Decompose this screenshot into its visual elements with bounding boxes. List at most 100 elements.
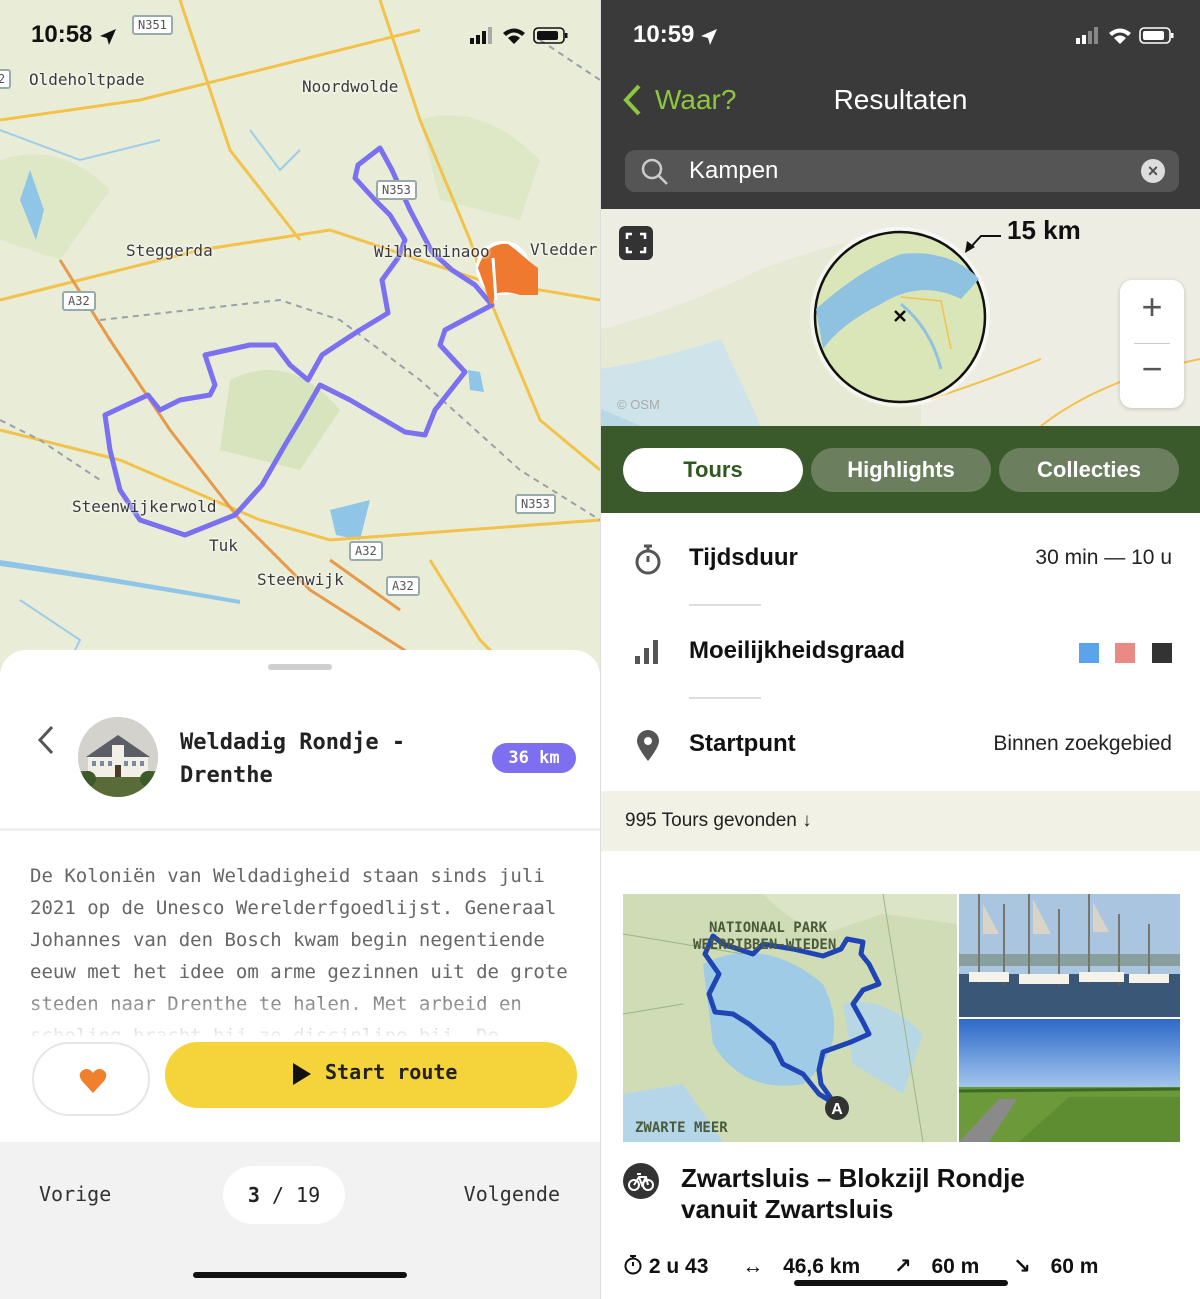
- place-label: Steggerda: [126, 241, 213, 260]
- filter-duration[interactable]: Tijdsduur 30 min — 10 u: [601, 513, 1200, 606]
- descent-value: 60 m: [1050, 1255, 1099, 1278]
- right-screen: 10:59 Waar? Resultaten Kampen × 15 km + …: [601, 0, 1200, 1299]
- road-badge: N353: [515, 494, 556, 514]
- road-badge: N353: [376, 180, 417, 200]
- tour-title: Weldadig Rondje - Drenthe: [180, 730, 406, 788]
- distance-arrows-icon: ↔: [742, 1255, 764, 1278]
- duration-value: 2 u 43: [648, 1255, 709, 1278]
- place-label: Noordwolde: [302, 77, 399, 96]
- filter-difficulty[interactable]: Moeilijkheidsgraad: [601, 606, 1200, 699]
- results-count-bar[interactable]: 995 Tours gevonden ↓: [601, 791, 1200, 851]
- tab-collecties[interactable]: Collecties: [999, 448, 1179, 492]
- descent-stat: ↘ 60 m: [1013, 1255, 1112, 1278]
- tour-card-title[interactable]: Zwartsluis – Blokzijl Rondje vanuit Zwar…: [681, 1163, 1101, 1225]
- category-tabs: Tours Highlights Collecties: [601, 426, 1200, 513]
- zoom-controls: + −: [1120, 280, 1184, 408]
- filter-label: Startpunt: [689, 730, 796, 757]
- home-indicator: [193, 1272, 407, 1278]
- descent-arrow-icon: ↘: [1013, 1255, 1031, 1278]
- status-bar: 10:58: [0, 0, 600, 70]
- filter-value: Binnen zoekgebied: [993, 732, 1172, 755]
- stopwatch-icon: [624, 1255, 642, 1275]
- status-icons: [1076, 27, 1174, 44]
- location-arrow-icon: [701, 29, 717, 45]
- heart-icon: [79, 1069, 107, 1093]
- start-marker-label: A: [831, 1101, 843, 1118]
- bicycle-icon: [623, 1163, 659, 1199]
- map-label-zwarte-meer: ZWARTE MEER: [635, 1120, 728, 1136]
- place-label: Tuk: [209, 536, 238, 555]
- header: 10:59 Waar? Resultaten Kampen ×: [601, 0, 1200, 209]
- results-count: 995 Tours gevonden ↓: [625, 810, 812, 831]
- back-chevron-icon[interactable]: [36, 724, 56, 765]
- page-counter: 3 / 19: [223, 1166, 345, 1224]
- location-arrow-icon: [100, 29, 116, 45]
- filter-value: 30 min — 10 u: [1035, 546, 1172, 569]
- distance-stat: ↔ 46,6 km: [742, 1255, 880, 1278]
- search-icon: [641, 158, 668, 185]
- location-pin-icon: [637, 730, 659, 761]
- zoom-out-button[interactable]: −: [1120, 348, 1184, 390]
- start-route-button[interactable]: Start route: [165, 1042, 577, 1108]
- page-separator: /: [271, 1183, 284, 1207]
- zoom-in-button[interactable]: +: [1120, 286, 1184, 328]
- tab-tours[interactable]: Tours: [623, 448, 803, 492]
- signal-bars-icon: [635, 640, 658, 664]
- search-input[interactable]: Kampen ×: [625, 150, 1179, 192]
- tour-stats: 2 u 43 ↔ 46,6 km ↗ 60 m ↘ 60 m: [623, 1254, 1126, 1279]
- place-label: Steenwijk: [257, 570, 344, 589]
- left-screen: Oldeholtpade Noordwolde Steggerda Wilhel…: [0, 0, 600, 1299]
- clear-search-icon[interactable]: ×: [1141, 159, 1165, 183]
- tour-bottom-sheet: Weldadig Rondje - Drenthe 36 km De Kolon…: [0, 650, 600, 1299]
- zoom-divider: [1134, 343, 1170, 344]
- status-time: 10:59: [633, 21, 695, 48]
- filter-label: Tijdsduur: [689, 544, 798, 571]
- next-button[interactable]: Volgende: [464, 1182, 560, 1206]
- ascent-stat: ↗ 60 m: [894, 1255, 999, 1278]
- road-badge: A32: [349, 541, 383, 561]
- tour-card-map[interactable]: NATIONAAL PARK WEERRIBBEN-WIEDEN ZWARTE …: [623, 894, 957, 1142]
- place-label: Wilhelminaoo: [374, 242, 490, 261]
- expand-icon: [625, 232, 647, 254]
- difficulty-hard-swatch: [1152, 643, 1172, 663]
- radius-label: 15 km: [1007, 215, 1081, 245]
- search-area-map[interactable]: 15 km + − © OSM: [601, 209, 1200, 426]
- distance-value: 46,6 km: [783, 1255, 861, 1278]
- tab-highlights[interactable]: Highlights: [811, 448, 991, 492]
- road-badge: 2: [0, 69, 12, 89]
- start-route-label: Start route: [325, 1060, 458, 1084]
- home-indicator: [794, 1280, 1008, 1286]
- map-attribution: © OSM: [617, 397, 660, 412]
- divider: [0, 828, 600, 831]
- favorite-button[interactable]: [32, 1042, 150, 1116]
- difficulty-medium-swatch: [1115, 643, 1135, 663]
- road-badge: A32: [386, 576, 420, 596]
- search-value: Kampen: [689, 157, 779, 184]
- distance-badge: 36 km: [492, 743, 576, 773]
- filter-label: Moeilijkheidsgraad: [689, 637, 906, 664]
- place-label: Oldeholtpade: [29, 70, 145, 89]
- duration-stat: 2 u 43: [623, 1255, 728, 1278]
- map-label-park: NATIONAAL PARK: [709, 920, 828, 936]
- difficulty-easy-swatch: [1079, 643, 1099, 663]
- map-label-weerribben: WEERRIBBEN-WIEDEN: [693, 937, 836, 953]
- pager-bar: Vorige 3 / 19 Volgende: [0, 1142, 600, 1299]
- place-label: Steenwijkerwold: [72, 497, 217, 516]
- filter-startpoint[interactable]: Startpunt Binnen zoekgebied: [601, 699, 1200, 792]
- description-fade: [0, 990, 600, 1040]
- page-title: Resultaten: [833, 84, 968, 115]
- ascent-value: 60 m: [931, 1255, 980, 1278]
- route-map[interactable]: Oldeholtpade Noordwolde Steggerda Wilhel…: [0, 0, 600, 680]
- sheet-grabber[interactable]: [268, 664, 332, 670]
- tour-photo-harbor[interactable]: [959, 894, 1180, 1017]
- expand-map-button[interactable]: [619, 226, 653, 260]
- previous-button[interactable]: Vorige: [39, 1182, 111, 1206]
- tour-photo-dike[interactable]: [959, 1019, 1180, 1142]
- tour-thumbnail: [78, 717, 158, 797]
- total-pages: 19: [296, 1183, 321, 1207]
- status-time: 10:58: [31, 21, 93, 48]
- filters-list: Tijdsduur 30 min — 10 u Moeilijkheidsgra…: [601, 513, 1200, 791]
- status-icons: [470, 27, 568, 44]
- play-icon: [293, 1063, 311, 1085]
- road-badge: A32: [62, 291, 96, 311]
